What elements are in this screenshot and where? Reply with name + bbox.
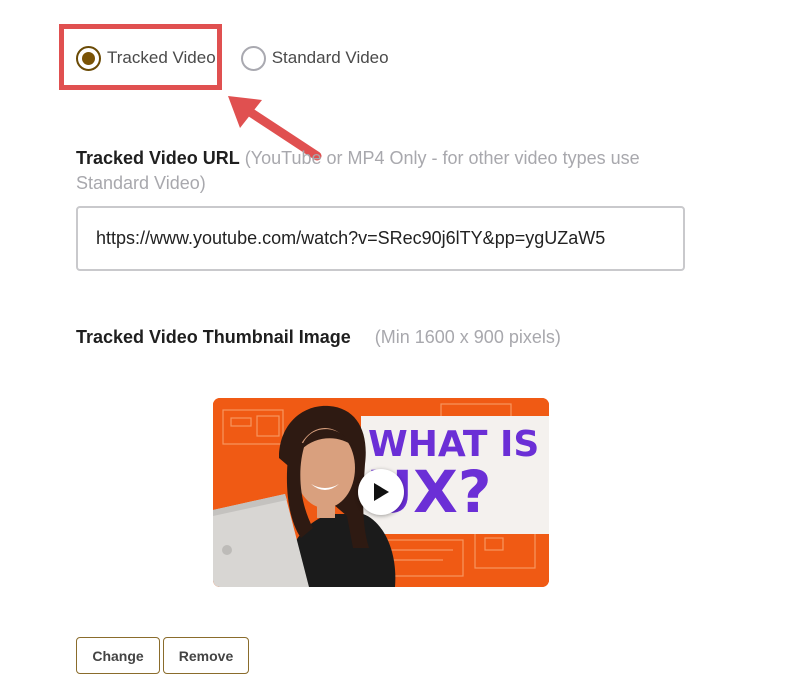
tracked-video-url-value: https://www.youtube.com/watch?v=SRec90j6…: [96, 228, 606, 248]
standard-video-radio-circle[interactable]: [240, 45, 266, 71]
tracked-video-url-input[interactable]: https://www.youtube.com/watch?v=SRec90j6…: [76, 206, 685, 271]
tracked-video-radio-circle[interactable]: [76, 45, 101, 71]
change-thumbnail-button[interactable]: Change: [76, 637, 160, 674]
tracked-video-radio-label[interactable]: Tracked Video: [107, 48, 216, 68]
play-button[interactable]: [358, 469, 404, 515]
thumbnail-field-title: Tracked Video Thumbnail Image: [76, 326, 351, 347]
remove-thumbnail-button[interactable]: Remove: [163, 637, 249, 674]
url-field-title: Tracked Video URL: [76, 148, 240, 168]
standard-video-radio-label[interactable]: Standard Video: [272, 48, 389, 68]
thumbnail-field-hint: (Min 1600 x 900 pixels): [374, 326, 561, 347]
video-type-radio-group: Tracked Video Standard Video: [76, 42, 389, 74]
url-field-label: Tracked Video URL (YouTube or MP4 Only -…: [76, 146, 676, 196]
play-icon: [374, 483, 389, 501]
thumbnail-field-label: Tracked Video Thumbnail Image (Min 1600 …: [76, 325, 561, 349]
tracked-video-radio[interactable]: Tracked Video: [76, 45, 216, 71]
video-thumbnail-image[interactable]: WHAT IS UX?: [213, 398, 549, 587]
standard-video-radio[interactable]: Standard Video: [240, 45, 389, 71]
